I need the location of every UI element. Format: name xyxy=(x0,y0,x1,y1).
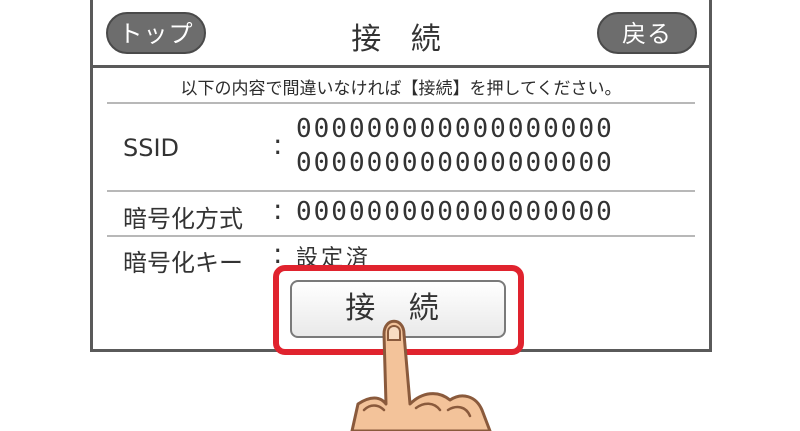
divider xyxy=(107,235,695,237)
ssid-value-line2: 000000000000000000 xyxy=(296,148,614,178)
key-label: 暗号化キー xyxy=(123,249,243,277)
title-bar: トップ 接 続 戻る xyxy=(93,0,709,68)
divider xyxy=(107,102,695,104)
divider xyxy=(107,190,695,192)
ssid-colon: : xyxy=(273,128,283,161)
encryption-label: 暗号化方式 xyxy=(123,205,243,233)
pointing-hand-icon xyxy=(350,319,492,431)
encryption-value: 000000000000000000 xyxy=(296,197,614,227)
ssid-value-line1: 000000000000000000 xyxy=(296,114,614,144)
ssid-label: SSID xyxy=(123,134,180,162)
back-button[interactable]: 戻る xyxy=(597,12,697,54)
instruction-text: 以下の内容で間違いなければ【接続】を押してください。 xyxy=(180,79,622,99)
encryption-colon: : xyxy=(273,193,283,226)
